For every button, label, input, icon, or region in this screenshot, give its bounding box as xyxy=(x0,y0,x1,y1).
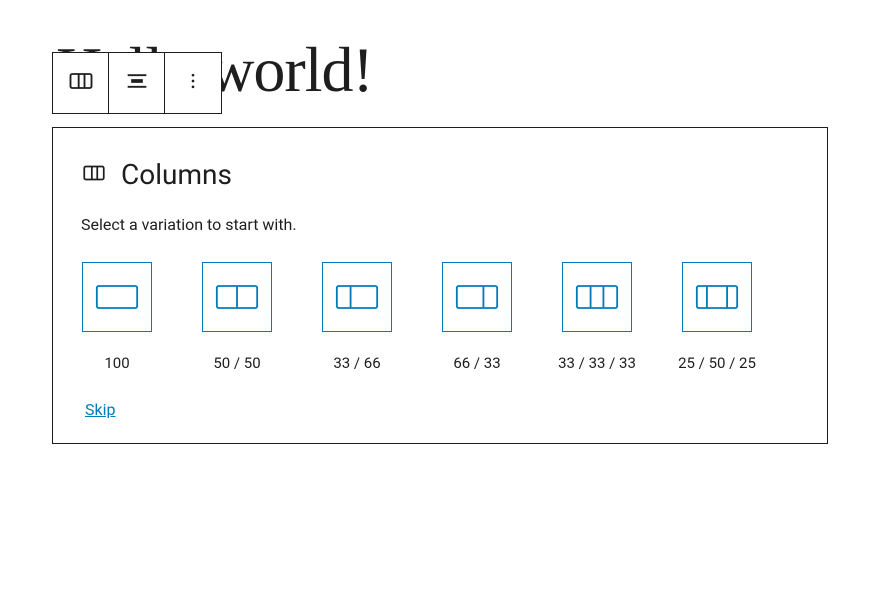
variation-33-33-33[interactable]: 33 / 33 / 33 xyxy=(561,262,633,372)
col-66-33-icon xyxy=(442,262,512,332)
col-25-50-25-icon xyxy=(682,262,752,332)
variation-50-50[interactable]: 50 / 50 xyxy=(201,262,273,372)
variation-picker: 100 50 / 50 33 / 66 66 / 33 33 / 33 / 33 25 /… xyxy=(81,262,799,372)
variation-100[interactable]: 100 xyxy=(81,262,153,372)
variation-label: 50 / 50 xyxy=(213,354,260,372)
col-33-33-33-icon xyxy=(562,262,632,332)
more-options-button[interactable] xyxy=(165,53,221,113)
placeholder-instructions: Select a variation to start with. xyxy=(81,215,799,234)
placeholder-header: Columns xyxy=(81,158,799,191)
variation-66-33[interactable]: 66 / 33 xyxy=(441,262,513,372)
align-button[interactable] xyxy=(109,53,165,113)
variation-25-50-25[interactable]: 25 / 50 / 25 xyxy=(681,262,753,372)
col-33-66-icon xyxy=(322,262,392,332)
variation-33-66[interactable]: 33 / 66 xyxy=(321,262,393,372)
variation-label: 25 / 50 / 25 xyxy=(678,354,756,372)
col-50-50-icon xyxy=(202,262,272,332)
align-icon xyxy=(123,67,151,99)
variation-label: 33 / 66 xyxy=(333,354,380,372)
columns-icon xyxy=(81,160,107,190)
columns-icon xyxy=(67,67,95,99)
variation-label: 66 / 33 xyxy=(453,354,500,372)
more-vertical-icon xyxy=(183,71,203,95)
variation-label: 100 xyxy=(104,354,129,372)
columns-placeholder: Columns Select a variation to start with… xyxy=(52,127,828,444)
col-100-icon xyxy=(82,262,152,332)
variation-label: 33 / 33 / 33 xyxy=(558,354,636,372)
block-toolbar xyxy=(52,52,222,114)
block-type-button[interactable] xyxy=(53,53,109,113)
placeholder-title: Columns xyxy=(121,158,232,191)
skip-link[interactable]: Skip xyxy=(85,400,115,419)
editor-canvas: Hello world! xyxy=(0,0,881,613)
